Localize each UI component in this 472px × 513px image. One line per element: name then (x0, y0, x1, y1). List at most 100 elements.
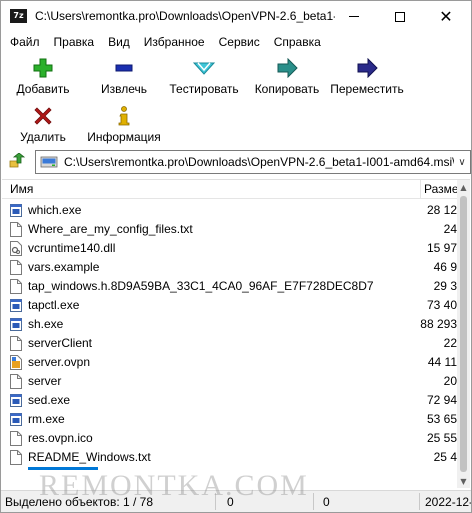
scroll-down-icon[interactable]: ▼ (457, 475, 470, 488)
file-row[interactable]: res.ovpn.ico 55 25 (2, 429, 457, 448)
file-row[interactable]: server 20 (2, 372, 457, 391)
file-icon (10, 374, 22, 389)
info-label: Информация (87, 130, 161, 144)
path-text: C:\Users\remontka.pro\Downloads\OpenVPN-… (64, 155, 454, 169)
minimize-icon (349, 16, 359, 17)
checkmark-chevron-icon (193, 57, 215, 79)
file-icon (10, 279, 22, 294)
file-row[interactable]: vars.example 9 46 (2, 258, 457, 277)
file-row[interactable]: Where_are_my_config_files.txt 24 (2, 220, 457, 239)
menu-edit[interactable]: Правка (47, 32, 102, 52)
copy-label: Копировать (254, 82, 320, 96)
file-row[interactable]: server.ovpn 11 44 (2, 353, 457, 372)
status-date: 2022-12- (425, 495, 471, 509)
file-size: 293 88 (420, 317, 457, 331)
file-name: tapctl.exe (28, 298, 80, 312)
move-label: Переместить (330, 82, 404, 96)
dll-icon (10, 241, 22, 256)
file-size: 11 44 (427, 355, 457, 369)
column-header-name[interactable]: Имя (10, 182, 33, 196)
maximize-icon (395, 11, 405, 22)
selection-highlight (28, 467, 98, 470)
status-packed-size: 0 (323, 495, 330, 509)
exe-icon (10, 317, 22, 332)
minus-icon (113, 57, 135, 79)
maximize-button[interactable] (377, 1, 423, 32)
add-label: Добавить (16, 82, 70, 96)
extract-button[interactable]: Извлечь (93, 52, 155, 96)
file-name: server.ovpn (28, 355, 91, 369)
path-combobox[interactable]: C:\Users\remontka.pro\Downloads\OpenVPN-… (35, 150, 471, 174)
file-row[interactable]: rm.exe 65 53 (2, 410, 457, 429)
minimize-button[interactable] (331, 1, 377, 32)
file-size: 24 (443, 222, 457, 236)
file-name: vcruntime140.dll (28, 241, 116, 255)
file-row[interactable]: serverClient 22 (2, 334, 457, 353)
file-rows: which.exe 12 28 Where_are_my_config_files.… (2, 201, 457, 475)
toolbar: Добавить Извлечь Тестировать Копировать … (1, 52, 471, 148)
close-button[interactable]: ✕ (423, 1, 469, 32)
file-row[interactable]: vcruntime140.dll 97 15 (2, 239, 457, 258)
column-divider[interactable] (420, 180, 421, 199)
file-size: 65 53 (426, 412, 457, 426)
copy-button[interactable]: Копировать (249, 52, 325, 96)
menu-file[interactable]: Файл (3, 32, 47, 52)
menu-view[interactable]: Вид (101, 32, 137, 52)
file-row[interactable]: which.exe 12 28 (2, 201, 457, 220)
scroll-up-icon[interactable]: ▲ (457, 181, 470, 194)
chevron-down-icon[interactable]: ∨ (454, 157, 470, 168)
file-name: tap_windows.h.8D9A59BA_33C1_4CA0_96AF_E7… (28, 279, 374, 293)
list-header: Имя Разме (2, 180, 470, 199)
file-name: Where_are_my_config_files.txt (28, 222, 193, 236)
column-header-size[interactable]: Разме (424, 182, 458, 196)
file-row[interactable]: sh.exe 293 88 (2, 315, 457, 334)
file-size: 40 73 (426, 298, 457, 312)
title-bar: 7z C:\Users\remontka.pro\Downloads\OpenV… (1, 1, 471, 32)
file-row[interactable]: README_Windows.txt 4 25 (2, 448, 457, 467)
add-button[interactable]: Добавить (11, 52, 75, 96)
file-row[interactable]: sed.exe 94 72 (2, 391, 457, 410)
menu-tools[interactable]: Сервис (212, 32, 267, 52)
test-button[interactable]: Тестировать (167, 52, 241, 96)
vertical-scrollbar[interactable]: ▲ ▼ (457, 180, 470, 488)
menu-favorites[interactable]: Избранное (137, 32, 212, 52)
status-bar: Выделено объектов: 1 / 78 0 0 2022-12- (1, 490, 471, 512)
file-name: rm.exe (28, 412, 65, 426)
extract-label: Извлечь (100, 82, 147, 96)
delete-button[interactable]: Удалить (13, 100, 73, 144)
up-folder-icon (9, 153, 26, 168)
status-size: 0 (227, 495, 234, 509)
exe-icon (10, 298, 22, 313)
close-icon: ✕ (439, 6, 453, 26)
delete-x-icon (32, 105, 54, 127)
delete-label: Удалить (20, 130, 66, 144)
status-divider (313, 493, 314, 510)
7zip-app-icon: 7z (10, 9, 27, 23)
drive-icon (40, 156, 58, 168)
file-name: sh.exe (28, 317, 64, 331)
status-divider (419, 493, 420, 510)
file-size: 4 25 (433, 450, 457, 464)
file-name: README_Windows.txt (28, 450, 151, 464)
file-name: serverClient (28, 336, 93, 350)
file-row[interactable]: tap_windows.h.8D9A59BA_33C1_4CA0_96AF_E7… (2, 277, 457, 296)
file-size: 9 46 (433, 260, 457, 274)
file-row[interactable]: tapctl.exe 40 73 (2, 296, 457, 315)
info-button[interactable]: Информация (85, 100, 163, 144)
up-folder-button[interactable] (7, 152, 27, 172)
address-bar: C:\Users\remontka.pro\Downloads\OpenVPN-… (1, 149, 471, 176)
scroll-thumb[interactable] (460, 196, 467, 472)
info-icon (113, 105, 135, 127)
move-button[interactable]: Переместить (327, 52, 407, 96)
file-icon (10, 431, 22, 446)
file-name: res.ovpn.ico (28, 431, 93, 445)
file-size: 97 15 (426, 241, 457, 255)
file-list: Имя Разме which.exe 12 28 Where_are_my_con… (2, 179, 470, 488)
file-size: 12 28 (426, 203, 457, 217)
file-size: 22 (443, 336, 457, 350)
menu-help[interactable]: Справка (267, 32, 328, 52)
app-window: 7z C:\Users\remontka.pro\Downloads\OpenV… (0, 0, 472, 513)
file-icon (10, 336, 22, 351)
file-size: 55 25 (426, 431, 457, 445)
selected-file-row[interactable] (2, 467, 457, 475)
